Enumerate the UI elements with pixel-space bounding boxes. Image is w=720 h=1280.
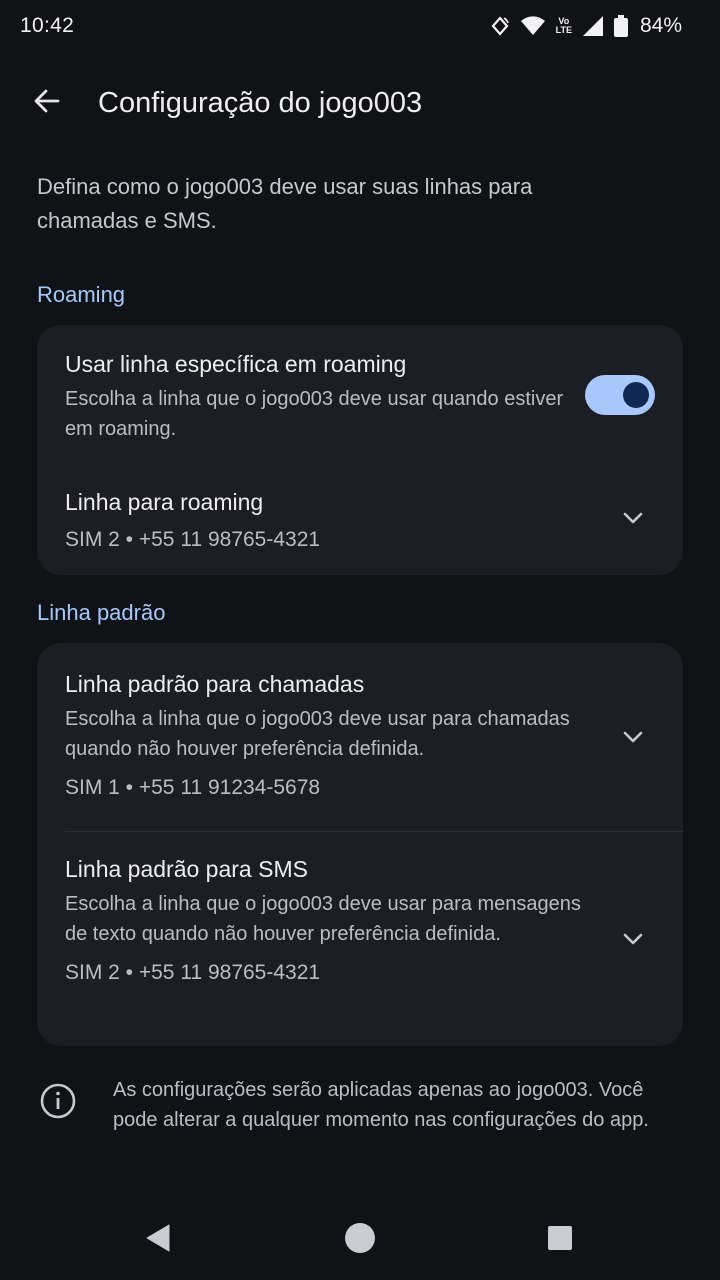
battery-percent: 84% bbox=[639, 14, 682, 37]
chevron-down-icon bbox=[621, 506, 645, 530]
roaming-toggle-row[interactable]: Usar linha específica em roaming Escolha… bbox=[37, 325, 683, 465]
back-button[interactable] bbox=[17, 73, 77, 133]
default-line-card: Linha padrão para chamadas Escolha a lin… bbox=[37, 643, 683, 1046]
default-calls-title: Linha padrão para chamadas bbox=[65, 671, 365, 697]
info-icon bbox=[39, 1082, 77, 1125]
arrow-back-icon bbox=[32, 86, 62, 121]
rotate-icon bbox=[490, 16, 510, 36]
nav-back-icon bbox=[145, 1224, 171, 1257]
intro-text: Defina como o jogo003 deve usar suas lin… bbox=[37, 174, 533, 233]
nav-back-button[interactable] bbox=[138, 1220, 178, 1260]
default-calls-row[interactable]: Linha padrão para chamadas Escolha a lin… bbox=[37, 643, 683, 831]
default-sms-row[interactable]: Linha padrão para SMS Escolha a linha qu… bbox=[37, 832, 683, 1046]
status-icons: Vo LTE 84% bbox=[490, 14, 682, 38]
default-sms-value: SIM 2 • +55 11 98765-4321 bbox=[65, 961, 321, 984]
toggle-knob bbox=[623, 382, 649, 408]
app-bar: Configuração do jogo003 bbox=[0, 70, 720, 136]
page-title: Configuração do jogo003 bbox=[98, 86, 423, 119]
default-sms-title: Linha padrão para SMS bbox=[65, 856, 308, 882]
section-label-default-line: Linha padrão bbox=[37, 600, 166, 625]
signal-icon bbox=[582, 15, 604, 37]
roaming-card: Usar linha específica em roaming Escolha… bbox=[37, 325, 683, 575]
nav-home-icon bbox=[344, 1222, 376, 1259]
section-label-roaming: Roaming bbox=[37, 282, 126, 307]
volte-icon: Vo LTE bbox=[555, 16, 572, 35]
status-bar: 10:42 Vo LTE 84% bbox=[0, 0, 720, 52]
roaming-toggle-switch[interactable] bbox=[585, 375, 655, 415]
default-calls-subtitle: Escolha a linha que o jogo003 deve usar … bbox=[65, 708, 570, 760]
roaming-line-value: SIM 2 • +55 11 98765-4321 bbox=[65, 528, 321, 551]
status-time: 10:42 bbox=[20, 14, 75, 37]
navigation-bar bbox=[0, 1200, 720, 1280]
info-text: As configurações serão aplicadas apenas … bbox=[113, 1079, 649, 1131]
roaming-line-row[interactable]: Linha para roaming SIM 2 • +55 11 98765-… bbox=[37, 465, 683, 575]
roaming-toggle-title: Usar linha específica em roaming bbox=[65, 351, 407, 377]
nav-home-button[interactable] bbox=[340, 1220, 380, 1260]
default-calls-value: SIM 1 • +55 11 91234-5678 bbox=[65, 776, 321, 799]
nav-recents-icon bbox=[547, 1225, 573, 1256]
wifi-icon bbox=[520, 16, 546, 36]
battery-icon bbox=[613, 15, 628, 37]
roaming-line-title: Linha para roaming bbox=[65, 489, 264, 515]
nav-recents-button[interactable] bbox=[540, 1220, 580, 1260]
chevron-down-icon bbox=[621, 725, 645, 749]
chevron-down-icon bbox=[621, 927, 645, 951]
default-sms-subtitle: Escolha a linha que o jogo003 deve usar … bbox=[65, 893, 581, 945]
roaming-toggle-subtitle: Escolha a linha que o jogo003 deve usar … bbox=[65, 388, 564, 440]
